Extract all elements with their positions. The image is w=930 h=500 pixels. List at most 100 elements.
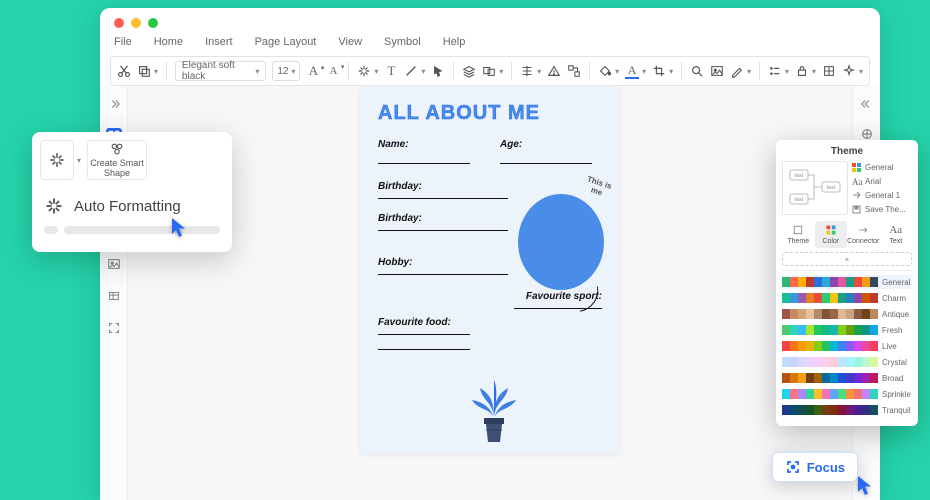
menu-insert[interactable]: Insert — [205, 36, 233, 48]
rail-expand-icon[interactable] — [106, 320, 122, 336]
menu-symbol[interactable]: Symbol — [384, 36, 421, 48]
plant-illustration — [464, 368, 524, 446]
create-smart-shape-button[interactable]: Create Smart Shape — [87, 140, 147, 180]
spark-icon[interactable] — [357, 64, 371, 78]
auto-formatting-slider[interactable] — [40, 226, 224, 234]
auto-formatting-label: Auto Formatting — [74, 198, 181, 215]
font-color-icon[interactable]: A — [625, 64, 639, 79]
theme-li-general1[interactable]: General 1 — [852, 189, 912, 201]
app-window: File Home Insert Page Layout View Symbol… — [100, 8, 880, 500]
menu-view[interactable]: View — [338, 36, 362, 48]
swatch-name: Fresh — [882, 326, 912, 335]
pen-icon[interactable] — [730, 64, 744, 78]
tab-connector[interactable]: Connector — [847, 221, 880, 248]
focus-button[interactable]: Focus — [772, 452, 858, 482]
align-icon[interactable] — [520, 64, 534, 78]
bullets-icon[interactable] — [768, 64, 782, 78]
cut-icon[interactable] — [117, 64, 131, 78]
line-tool-icon[interactable] — [404, 64, 418, 78]
spark-button[interactable] — [40, 140, 74, 180]
theme-li-arial[interactable]: AaArial — [852, 175, 912, 187]
swatch-row[interactable]: Crystal — [782, 355, 912, 369]
svg-text:text: text — [795, 197, 804, 203]
tab-theme[interactable]: Theme — [782, 221, 815, 248]
toolbar: ▾ Elegant soft black▾ 12▾ A▴ A▾ ▾ T ▾ ▾ … — [110, 56, 870, 86]
font-size: 12 — [277, 66, 288, 77]
label-birthday1: Birthday: — [378, 181, 602, 192]
label-food: Favourite food: — [378, 317, 602, 328]
swatch-name: Crystal — [882, 358, 912, 367]
menu-file[interactable]: File — [114, 36, 132, 48]
svg-text:text: text — [795, 173, 804, 179]
swatch-row[interactable]: General — [782, 275, 912, 289]
close-dot[interactable] — [114, 18, 124, 28]
theme-li-save[interactable]: Save The... — [852, 203, 912, 215]
page-title: ALL ABOUT ME — [378, 102, 602, 125]
swatch-name: Broad — [882, 374, 912, 383]
crop-icon[interactable] — [652, 64, 666, 78]
minimize-dot[interactable] — [131, 18, 141, 28]
decrease-font-icon[interactable]: A▾ — [326, 64, 340, 78]
swatch-row[interactable]: Sprinkle — [782, 387, 912, 401]
theme-tabs: Theme Color Connector AaText — [782, 221, 912, 248]
rail-data-icon[interactable] — [106, 288, 122, 304]
swatch-name: Antique — [882, 310, 912, 319]
swatch-name: Live — [882, 342, 912, 351]
svg-text:text: text — [827, 185, 836, 191]
create-smart-shape-label: Create Smart Shape — [88, 158, 146, 178]
swatch-row[interactable]: Broad — [782, 371, 912, 385]
group2-icon[interactable] — [567, 64, 581, 78]
window-controls — [100, 8, 880, 32]
tab-color[interactable]: Color — [815, 221, 848, 248]
swatch-name: Sprinkle — [882, 390, 912, 399]
label-name: Name: — [378, 139, 480, 150]
fill-icon[interactable] — [598, 64, 612, 78]
theme-li-general[interactable]: General — [852, 161, 912, 173]
focus-label: Focus — [807, 460, 845, 475]
layers-icon[interactable] — [462, 64, 476, 78]
portrait-oval — [518, 194, 604, 290]
theme-preview: text text text — [782, 161, 848, 215]
copy-icon[interactable] — [137, 64, 151, 78]
document-page: ALL ABOUT ME Name: Age: Birthday: Birthd… — [360, 86, 620, 454]
increase-font-icon[interactable]: A▴ — [306, 64, 320, 78]
menu-page-layout[interactable]: Page Layout — [255, 36, 317, 48]
warning-icon[interactable] — [547, 64, 561, 78]
swatch-list[interactable]: General Charm Antique Fresh Live Crystal Broad… — [782, 270, 912, 420]
menubar: File Home Insert Page Layout View Symbol… — [100, 32, 880, 56]
label-age: Age: — [500, 139, 602, 150]
swatch-name: Tranquil — [882, 406, 912, 415]
sparkle-icon[interactable] — [842, 64, 856, 78]
zoom-dot[interactable] — [148, 18, 158, 28]
swatch-row[interactable]: Antique — [782, 307, 912, 321]
smart-shape-popup: ▾ Create Smart Shape Auto Formatting — [32, 132, 232, 252]
swatch-row[interactable]: Tranquil — [782, 403, 912, 417]
grid-icon[interactable] — [822, 64, 836, 78]
theme-list: General AaArial General 1 Save The... — [852, 161, 912, 215]
swatch-row[interactable]: Fresh — [782, 323, 912, 337]
font-select[interactable]: Elegant soft black▾ — [175, 61, 266, 81]
label-sport: Favourite sport: — [378, 291, 602, 302]
theme-panel-title: Theme — [782, 146, 912, 157]
swatch-name: General — [882, 278, 912, 287]
text-tool-icon[interactable]: T — [384, 64, 398, 78]
menu-home[interactable]: Home — [154, 36, 183, 48]
swatch-row[interactable]: Live — [782, 339, 912, 353]
auto-formatting-item[interactable]: Auto Formatting — [40, 192, 224, 216]
swatch-row[interactable]: Opulent — [782, 419, 912, 420]
rrail-collapse-icon[interactable] — [859, 96, 875, 112]
menu-help[interactable]: Help — [443, 36, 466, 48]
add-theme-button[interactable]: + — [782, 252, 912, 266]
size-select[interactable]: 12▾ — [272, 61, 300, 81]
search-icon[interactable] — [690, 64, 704, 78]
lock-icon[interactable] — [795, 64, 809, 78]
group-icon[interactable] — [482, 64, 496, 78]
pointer-tool-icon[interactable] — [431, 64, 445, 78]
swatch-row[interactable]: Charm — [782, 291, 912, 305]
image-icon[interactable] — [710, 64, 724, 78]
rail-collapse-icon[interactable] — [106, 96, 122, 112]
tab-text[interactable]: AaText — [880, 221, 913, 248]
theme-panel: Theme text text text General AaArial Gener… — [776, 140, 918, 426]
rail-image-icon[interactable] — [106, 256, 122, 272]
canvas[interactable]: ALL ABOUT ME Name: Age: Birthday: Birthd… — [128, 86, 852, 500]
